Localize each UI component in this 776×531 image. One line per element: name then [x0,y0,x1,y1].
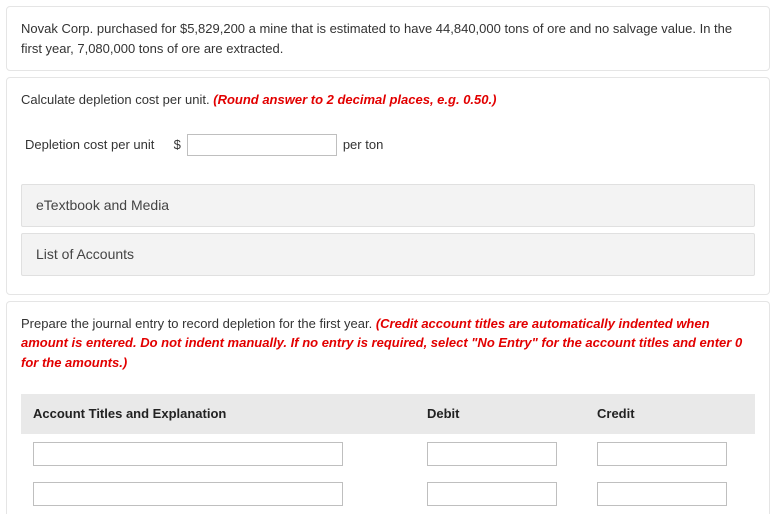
header-debit: Debit [415,394,585,434]
currency-symbol: $ [174,135,181,155]
unit-label: per ton [343,135,383,155]
debit-input-1[interactable] [427,442,557,466]
part1-panel: Calculate depletion cost per unit. (Roun… [6,77,770,295]
etextbook-accordion[interactable]: eTextbook and Media [21,184,755,227]
debit-input-2[interactable] [427,482,557,506]
problem-text: Novak Corp. purchased for $5,829,200 a m… [21,19,755,58]
list-of-accounts-label: List of Accounts [36,246,134,262]
credit-input-2[interactable] [597,482,727,506]
credit-input-1[interactable] [597,442,727,466]
part2-instruction-plain: Prepare the journal entry to record depl… [21,316,376,331]
part2-panel: Prepare the journal entry to record depl… [6,301,770,514]
header-credit: Credit [585,394,755,434]
journal-entry-table: Account Titles and Explanation Debit Cre… [21,394,755,514]
header-account: Account Titles and Explanation [21,394,415,434]
part1-instruction: Calculate depletion cost per unit. (Roun… [21,90,755,110]
part2-instruction: Prepare the journal entry to record depl… [21,314,755,373]
list-of-accounts-accordion[interactable]: List of Accounts [21,233,755,276]
depletion-label: Depletion cost per unit [25,135,154,155]
part1-instruction-plain: Calculate depletion cost per unit. [21,92,213,107]
part1-instruction-red: (Round answer to 2 decimal places, e.g. … [213,92,496,107]
account-title-input-1[interactable] [33,442,343,466]
table-row [21,474,755,514]
depletion-input-row: Depletion cost per unit $ per ton [25,134,755,156]
table-row [21,434,755,474]
problem-panel: Novak Corp. purchased for $5,829,200 a m… [6,6,770,71]
table-header-row: Account Titles and Explanation Debit Cre… [21,394,755,434]
account-title-input-2[interactable] [33,482,343,506]
etextbook-label: eTextbook and Media [36,197,169,213]
depletion-cost-input[interactable] [187,134,337,156]
